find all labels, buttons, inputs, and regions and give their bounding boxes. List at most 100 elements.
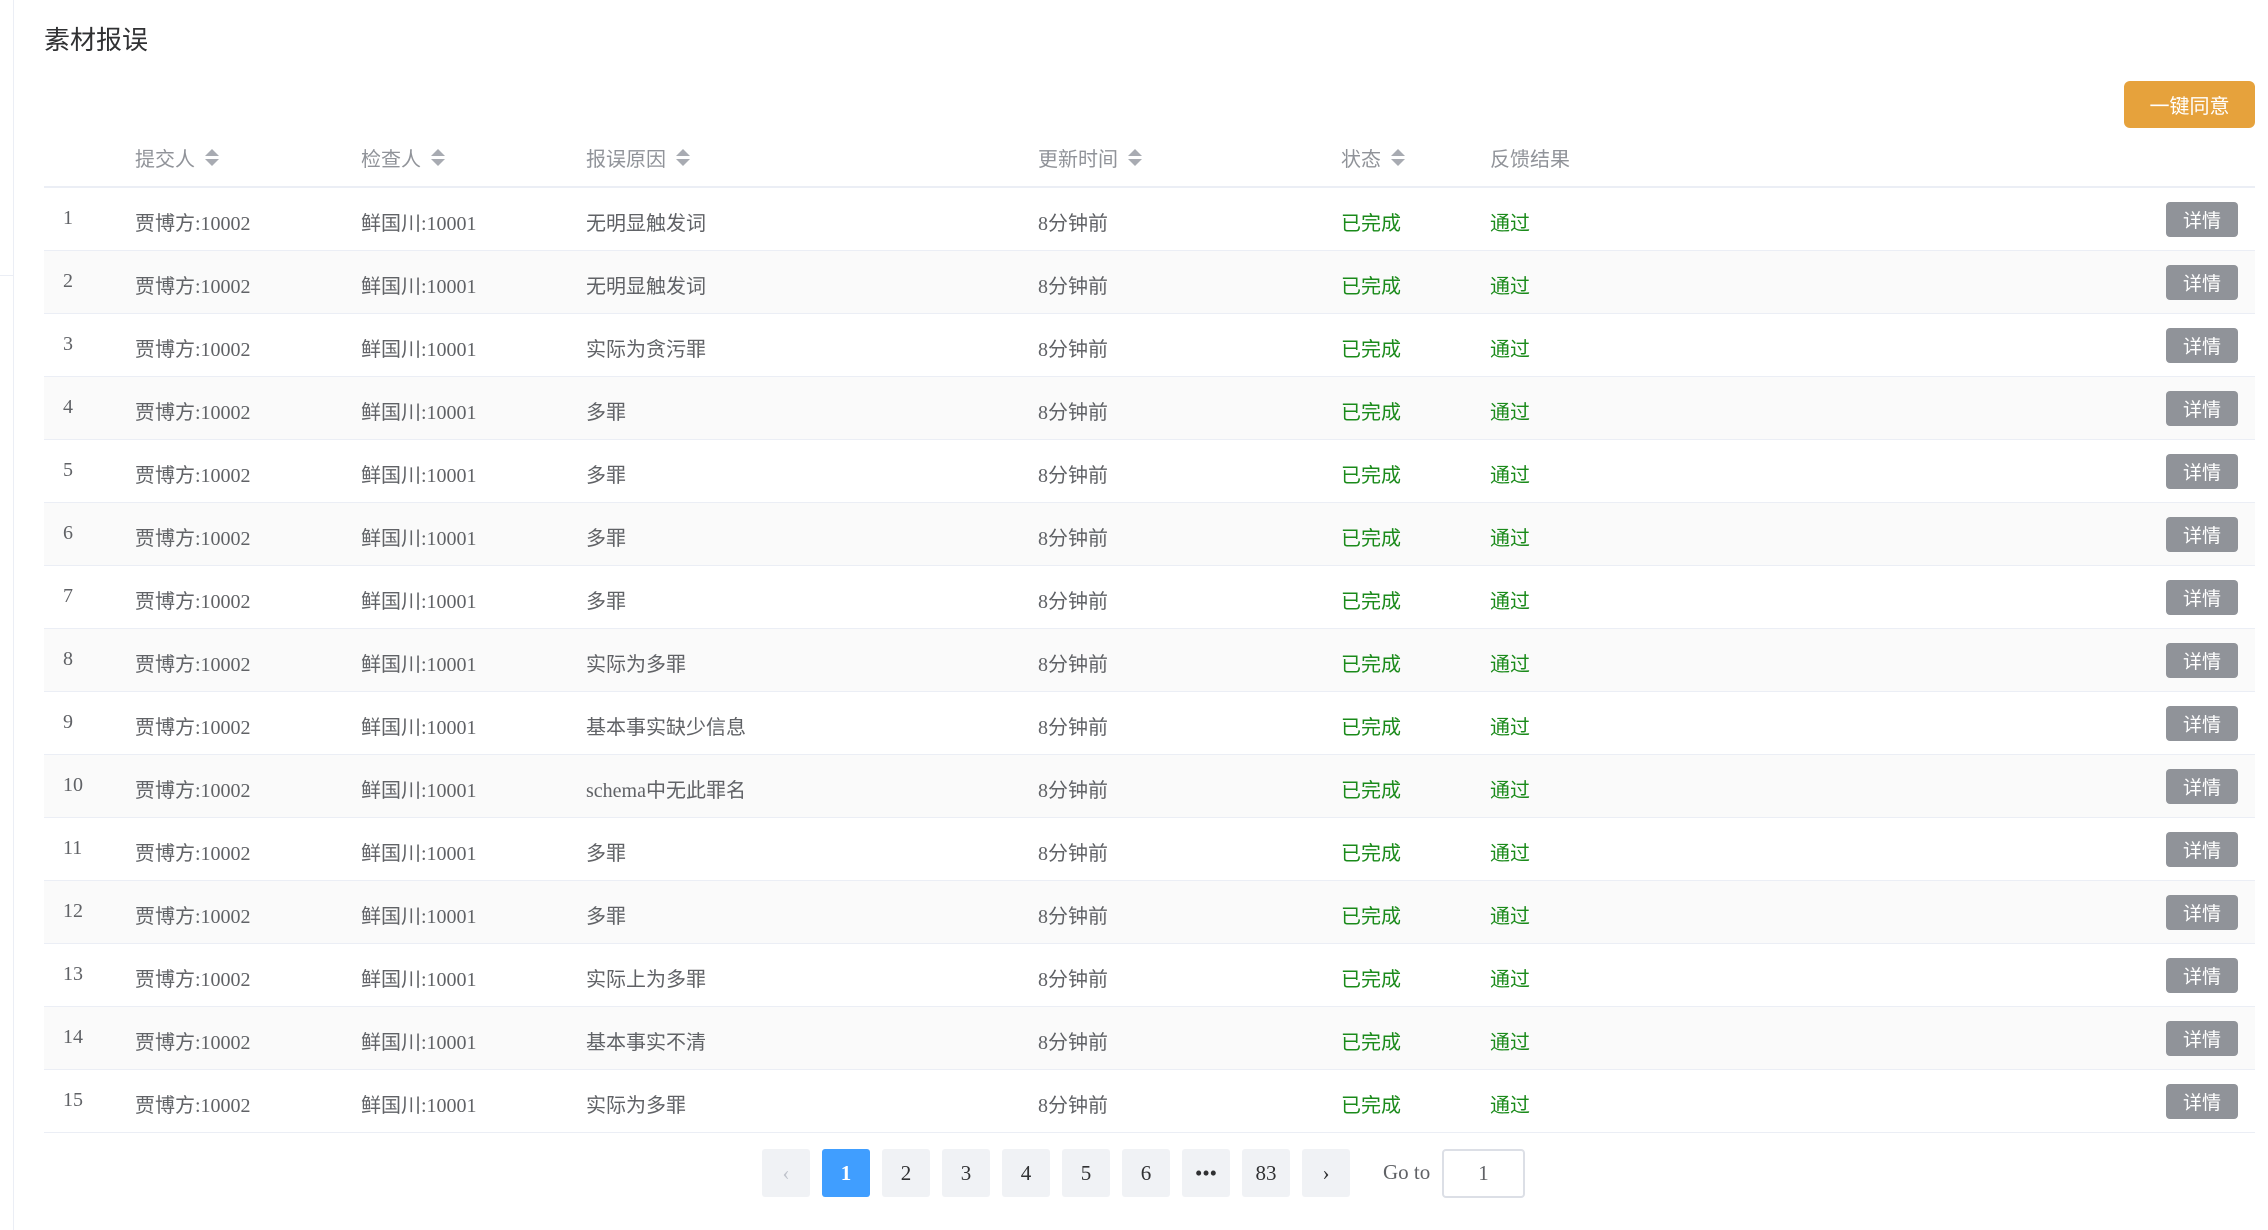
status-cell: 已完成 <box>1341 339 1401 361</box>
status-cell: 已完成 <box>1341 591 1401 613</box>
table-row: 11 贾博方:10002 鲜国川:10001 多罪 8分钟前 已完成 通过 详情 <box>44 818 2255 881</box>
column-label: 检查人 <box>361 147 421 171</box>
checker-cell: 鲜国川:10001 <box>361 402 477 424</box>
column-label: 提交人 <box>135 147 195 171</box>
checker-cell: 鲜国川:10001 <box>361 1032 477 1054</box>
updated-cell: 8分钟前 <box>1038 1095 1108 1117</box>
page-83-button[interactable]: 83 <box>1242 1149 1290 1197</box>
row-index: 12 <box>63 900 83 922</box>
table-row: 2 贾博方:10002 鲜国川:10001 无明显触发词 8分钟前 已完成 通过 详情 <box>44 251 2255 314</box>
updated-cell: 8分钟前 <box>1038 276 1108 298</box>
detail-button[interactable]: 详情 <box>2166 958 2238 993</box>
reason-cell: 实际为贪污罪 <box>586 339 706 361</box>
detail-button[interactable]: 详情 <box>2166 517 2238 552</box>
detail-button[interactable]: 详情 <box>2166 832 2238 867</box>
submitter-cell: 贾博方:10002 <box>135 654 251 676</box>
detail-button[interactable]: 详情 <box>2166 454 2238 489</box>
feedback-cell: 通过 <box>1490 402 1530 424</box>
row-index: 11 <box>63 837 83 859</box>
submitter-cell: 贾博方:10002 <box>135 402 251 424</box>
submitter-cell: 贾博方:10002 <box>135 906 251 928</box>
column-header-submitter[interactable]: 提交人 <box>135 143 219 172</box>
feedback-cell: 通过 <box>1490 339 1530 361</box>
row-index: 10 <box>63 774 83 796</box>
reason-cell: 多罪 <box>586 465 626 487</box>
checker-cell: 鲜国川:10001 <box>361 591 477 613</box>
status-cell: 已完成 <box>1341 213 1401 235</box>
feedback-cell: 通过 <box>1490 843 1530 865</box>
prev-page-button[interactable]: ‹ <box>762 1149 810 1197</box>
sort-icon[interactable] <box>1391 149 1405 166</box>
row-index: 8 <box>63 648 73 670</box>
page-title: 素材报误 <box>44 26 149 56</box>
more-pages-icon[interactable]: ••• <box>1182 1149 1230 1197</box>
status-cell: 已完成 <box>1341 780 1401 802</box>
table-row: 6 贾博方:10002 鲜国川:10001 多罪 8分钟前 已完成 通过 详情 <box>44 503 2255 566</box>
column-header-updated[interactable]: 更新时间 <box>1038 143 1142 172</box>
detail-button[interactable]: 详情 <box>2166 265 2238 300</box>
page-4-button[interactable]: 4 <box>1002 1149 1050 1197</box>
table-row: 15 贾博方:10002 鲜国川:10001 实际为多罪 8分钟前 已完成 通过 详情 <box>44 1070 2255 1133</box>
page-5-button[interactable]: 5 <box>1062 1149 1110 1197</box>
table-row: 3 贾博方:10002 鲜国川:10001 实际为贪污罪 8分钟前 已完成 通过 详情 <box>44 314 2255 377</box>
column-label: 更新时间 <box>1038 147 1118 171</box>
updated-cell: 8分钟前 <box>1038 339 1108 361</box>
submitter-cell: 贾博方:10002 <box>135 780 251 802</box>
submitter-cell: 贾博方:10002 <box>135 969 251 991</box>
feedback-cell: 通过 <box>1490 654 1530 676</box>
updated-cell: 8分钟前 <box>1038 213 1108 235</box>
feedback-cell: 通过 <box>1490 528 1530 550</box>
sidebar-divider <box>13 0 14 1230</box>
detail-button[interactable]: 详情 <box>2166 1084 2238 1119</box>
column-header-reason[interactable]: 报误原因 <box>586 143 690 172</box>
status-cell: 已完成 <box>1341 276 1401 298</box>
sort-icon[interactable] <box>431 149 445 166</box>
row-index: 1 <box>63 207 73 229</box>
goto-label: Go to <box>1383 1160 1431 1184</box>
detail-button[interactable]: 详情 <box>2166 328 2238 363</box>
row-index: 5 <box>63 459 73 481</box>
checker-cell: 鲜国川:10001 <box>361 528 477 550</box>
table-row: 9 贾博方:10002 鲜国川:10001 基本事实缺少信息 8分钟前 已完成 通过 详情 <box>44 692 2255 755</box>
status-cell: 已完成 <box>1341 654 1401 676</box>
feedback-cell: 通过 <box>1490 213 1530 235</box>
detail-button[interactable]: 详情 <box>2166 706 2238 741</box>
detail-button[interactable]: 详情 <box>2166 643 2238 678</box>
detail-button[interactable]: 详情 <box>2166 895 2238 930</box>
column-header-status[interactable]: 状态 <box>1341 143 1405 172</box>
updated-cell: 8分钟前 <box>1038 780 1108 802</box>
page-1-button[interactable]: 1 <box>822 1149 870 1197</box>
detail-button[interactable]: 详情 <box>2166 580 2238 615</box>
goto-page-input[interactable] <box>1442 1149 1525 1198</box>
submitter-cell: 贾博方:10002 <box>135 276 251 298</box>
sort-icon[interactable] <box>205 149 219 166</box>
submitter-cell: 贾博方:10002 <box>135 465 251 487</box>
feedback-cell: 通过 <box>1490 1095 1530 1117</box>
column-header-checker[interactable]: 检查人 <box>361 143 445 172</box>
checker-cell: 鲜国川:10001 <box>361 780 477 802</box>
submitter-cell: 贾博方:10002 <box>135 528 251 550</box>
row-index: 15 <box>63 1089 83 1111</box>
status-cell: 已完成 <box>1341 1032 1401 1054</box>
feedback-cell: 通过 <box>1490 591 1530 613</box>
detail-button[interactable]: 详情 <box>2166 202 2238 237</box>
feedback-cell: 通过 <box>1490 465 1530 487</box>
reason-cell: 无明显触发词 <box>586 276 706 298</box>
next-page-button[interactable]: › <box>1302 1149 1350 1197</box>
submitter-cell: 贾博方:10002 <box>135 1032 251 1054</box>
page-2-button[interactable]: 2 <box>882 1149 930 1197</box>
page-6-button[interactable]: 6 <box>1122 1149 1170 1197</box>
table-row: 7 贾博方:10002 鲜国川:10001 多罪 8分钟前 已完成 通过 详情 <box>44 566 2255 629</box>
sort-icon[interactable] <box>676 149 690 166</box>
submitter-cell: 贾博方:10002 <box>135 339 251 361</box>
detail-button[interactable]: 详情 <box>2166 391 2238 426</box>
sort-icon[interactable] <box>1128 149 1142 166</box>
detail-button[interactable]: 详情 <box>2166 769 2238 804</box>
checker-cell: 鲜国川:10001 <box>361 276 477 298</box>
row-index: 9 <box>63 711 73 733</box>
detail-button[interactable]: 详情 <box>2166 1021 2238 1056</box>
table-row: 14 贾博方:10002 鲜国川:10001 基本事实不清 8分钟前 已完成 通过 详情 <box>44 1007 2255 1070</box>
page-3-button[interactable]: 3 <box>942 1149 990 1197</box>
agree-all-button[interactable]: 一键同意 <box>2124 81 2255 128</box>
checker-cell: 鲜国川:10001 <box>361 339 477 361</box>
